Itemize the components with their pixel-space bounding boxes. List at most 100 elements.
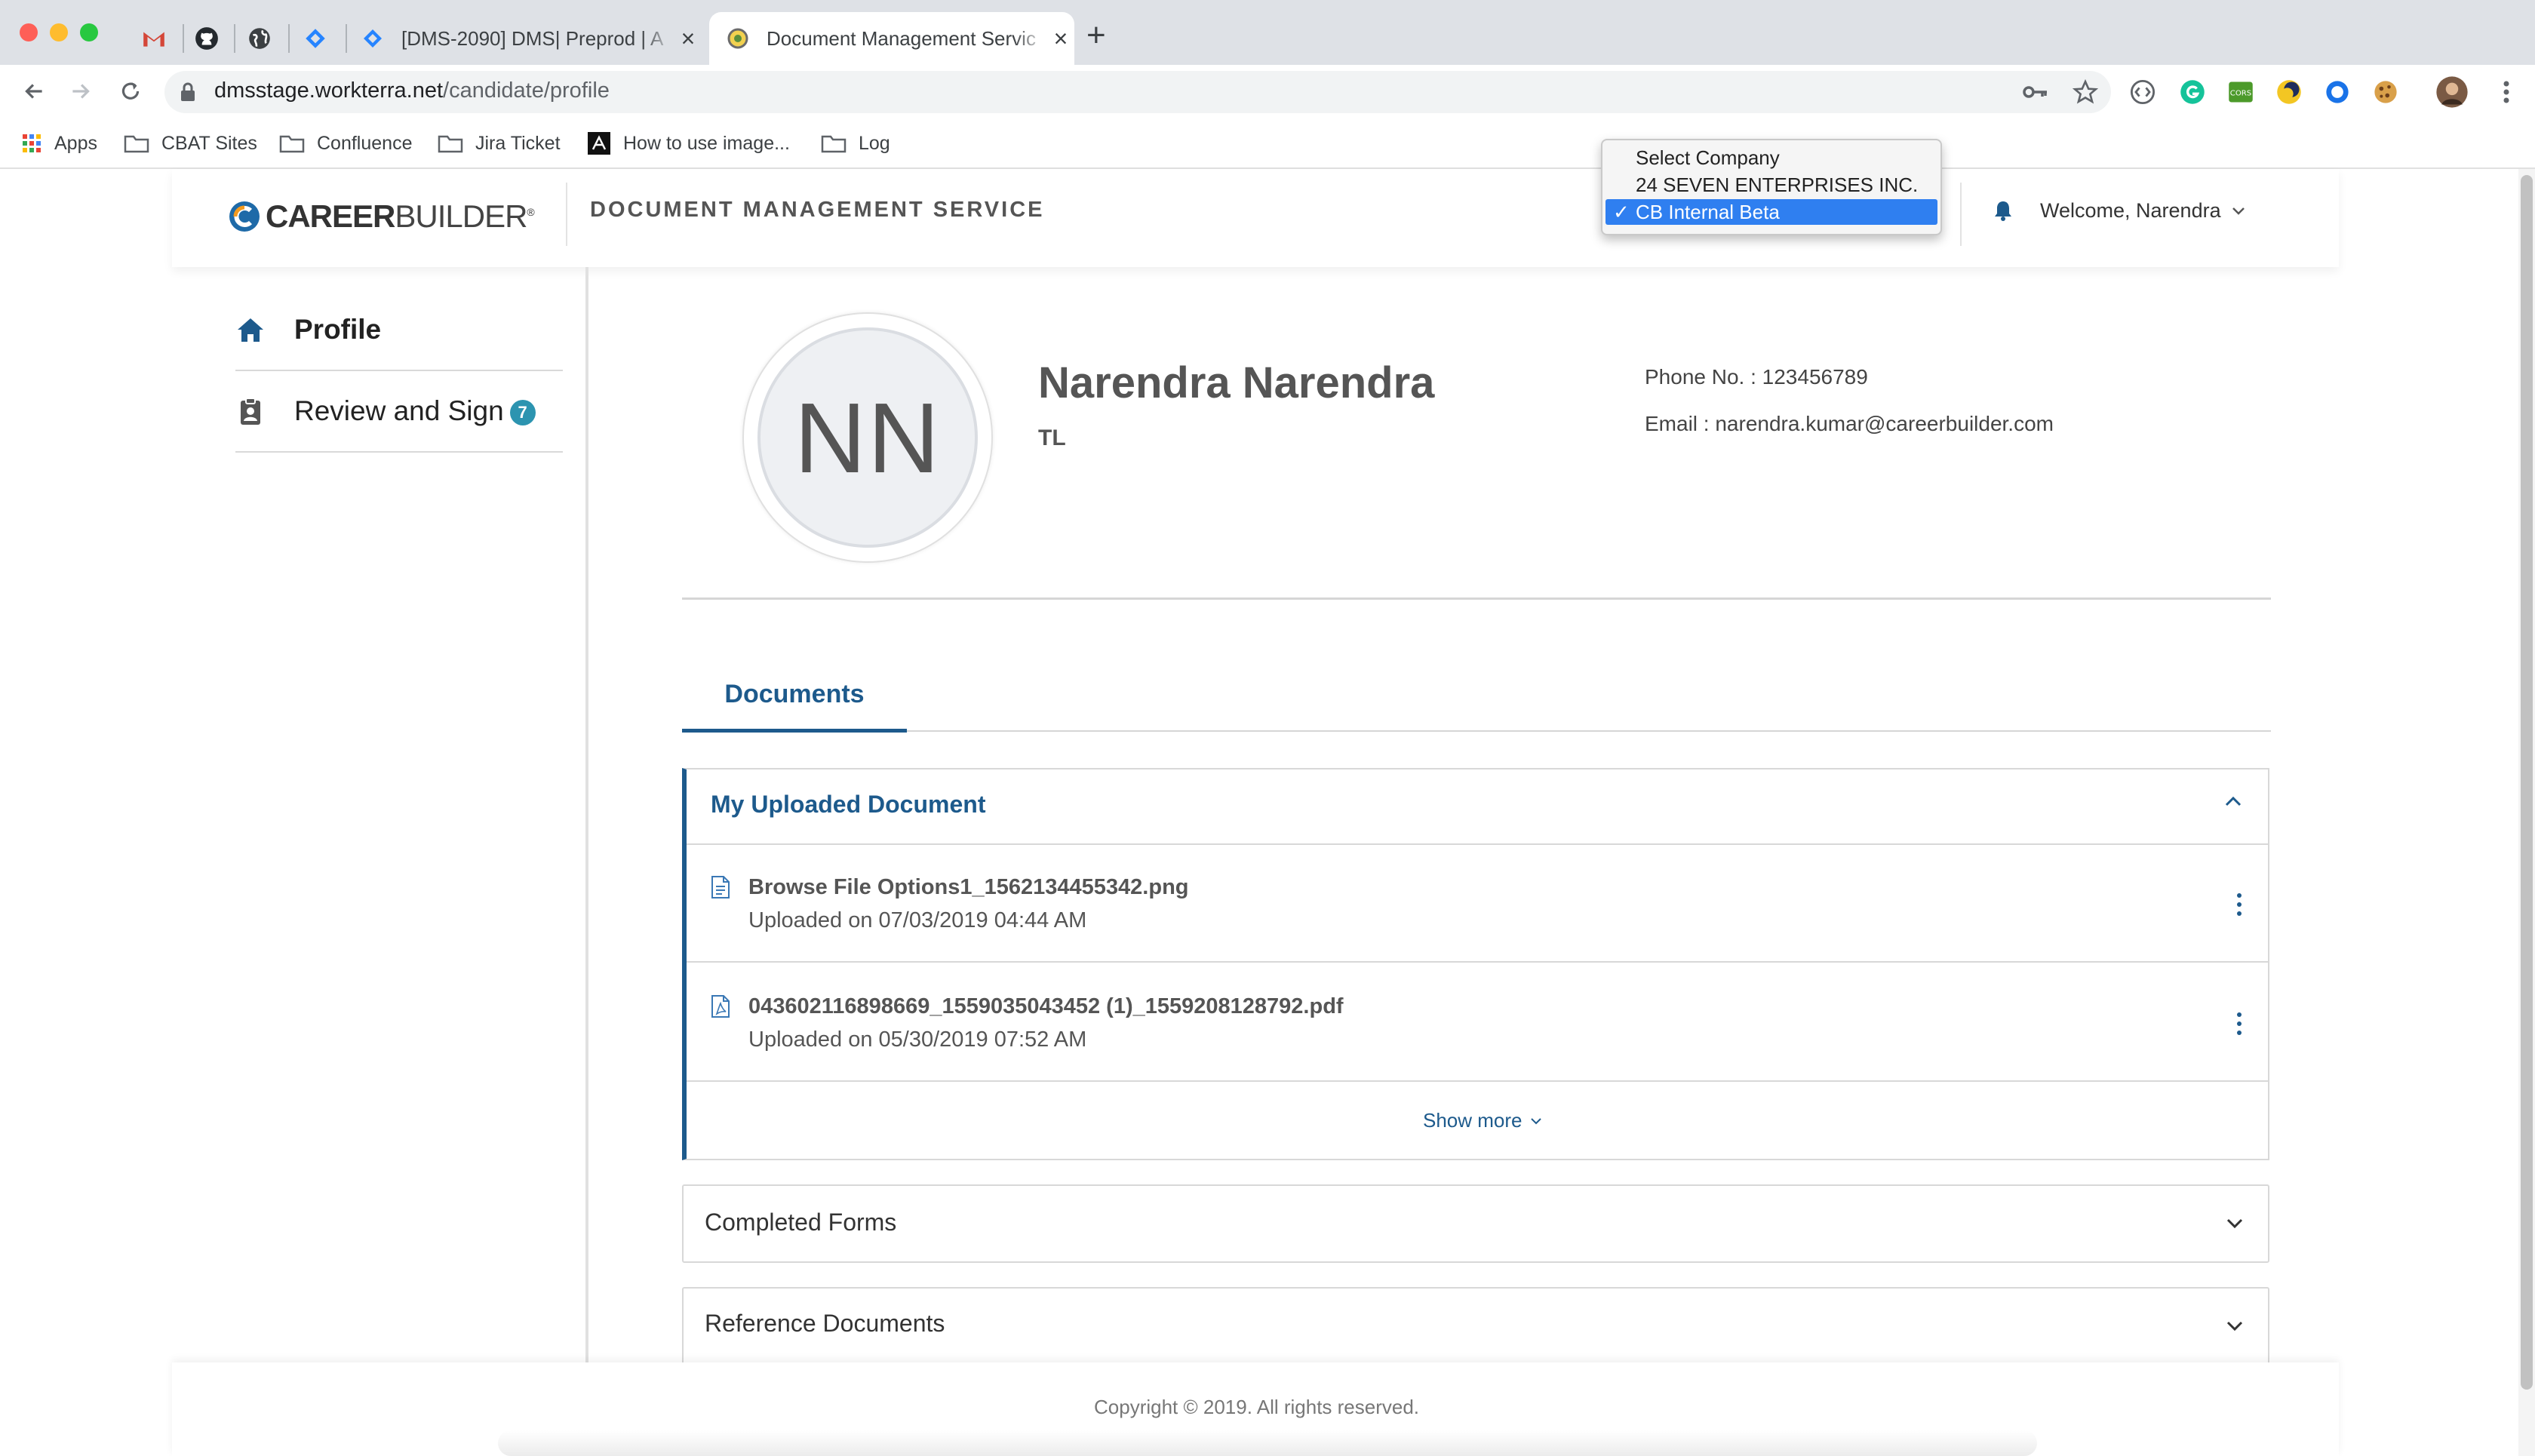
file-options-menu-icon[interactable]	[2235, 1012, 2244, 1040]
github-icon	[195, 27, 218, 50]
globe-icon	[249, 28, 270, 49]
pinned-tab-globe[interactable]	[238, 15, 281, 62]
new-tab-button[interactable]: +	[1086, 17, 1106, 54]
arrow-right-icon	[72, 84, 90, 99]
close-tab-icon[interactable]: ×	[1047, 25, 1074, 53]
option-label: 24 SEVEN ENTERPRISES INC.	[1636, 174, 1919, 196]
url-text[interactable]: dmsstage.workterra.net/candidate/profile	[214, 78, 610, 103]
company-option[interactable]: 24 SEVEN ENTERPRISES INC.	[1606, 172, 1937, 198]
arrow-left-icon	[25, 84, 42, 99]
bookmark-label: Apps	[54, 132, 97, 154]
sidebar-item-label: Review and Sign 7	[294, 395, 536, 427]
cookie-icon[interactable]	[2369, 75, 2402, 109]
close-tab-icon[interactable]: ×	[674, 25, 702, 53]
cors-extension-icon[interactable]: CORS	[2224, 75, 2257, 109]
candidate-title: TL	[1038, 425, 1066, 450]
bookmark-cbat-sites[interactable]: CBAT Sites	[124, 128, 257, 158]
file-pdf-icon	[711, 994, 730, 1022]
home-icon	[238, 318, 263, 342]
reference-documents-title[interactable]: Reference Documents	[705, 1310, 945, 1338]
bookmark-apps[interactable]: Apps	[21, 128, 97, 158]
tab-jira-ticket[interactable]: [DMS-2090] DMS| Preprod | A ×	[361, 12, 702, 65]
reload-icon	[121, 82, 140, 100]
clipboard-user-icon	[241, 398, 260, 425]
more-menu-icon[interactable]	[2490, 75, 2523, 109]
sidebar-item-profile[interactable]: Profile	[235, 290, 563, 371]
company-option-selected[interactable]: ✓ CB Internal Beta	[1606, 199, 1937, 225]
pinned-tab-jira[interactable]	[294, 15, 336, 62]
uploaded-documents-panel	[682, 768, 2269, 1160]
reload-button[interactable]	[112, 72, 149, 110]
sidebar-item-label: Profile	[294, 314, 382, 345]
site-icon	[588, 132, 610, 155]
file-upload-date: Uploaded on 07/03/2019 04:44 AM	[748, 908, 1087, 932]
extension-code-icon[interactable]	[2126, 75, 2159, 109]
app-title: DOCUMENT MANAGEMENT SERVICE	[590, 198, 1045, 222]
option-label: Select Company	[1636, 146, 1780, 169]
tab-document-management[interactable]: Document Management Servic ×	[709, 12, 1074, 65]
file-name[interactable]: Browse File Options1_1562134455342.png	[748, 875, 1189, 900]
url-host: dmsstage.workterra.net	[214, 78, 444, 103]
user-menu[interactable]: Welcome, Narendra	[2040, 199, 2245, 223]
tab-documents[interactable]: Documents	[682, 655, 907, 733]
tab-separator	[288, 24, 290, 53]
chevron-down-icon	[1530, 1117, 1541, 1124]
completed-forms-title[interactable]: Completed Forms	[705, 1209, 896, 1236]
minimize-window-button[interactable]	[50, 23, 68, 41]
file-name[interactable]: 043602116898669_1559035043452 (1)_155920…	[748, 994, 1344, 1019]
bookmark-label: How to use image...	[623, 132, 790, 154]
careerbuilder-logo-icon	[229, 201, 260, 232]
review-label-text: Review and Sign	[294, 395, 504, 426]
pinned-tab-github[interactable]	[186, 15, 228, 62]
gmail-icon	[143, 32, 164, 47]
tabs-divider	[682, 730, 2271, 732]
bookmark-jira-ticket[interactable]: Jira Ticket	[438, 128, 561, 158]
chevron-down-icon[interactable]	[2226, 1218, 2244, 1233]
profile-avatar-icon[interactable]	[2435, 75, 2469, 109]
panel-divider	[687, 843, 2268, 845]
forward-button[interactable]	[62, 72, 100, 110]
copyright-text: Copyright © 2019. All rights reserved.	[1094, 1396, 1420, 1418]
uploaded-documents-title[interactable]: My Uploaded Document	[711, 791, 985, 819]
chevron-down-icon[interactable]	[2226, 1320, 2244, 1336]
sidebar-divider	[585, 267, 588, 1362]
maximize-window-button[interactable]	[80, 23, 98, 41]
folder-icon	[821, 135, 847, 153]
bookmark-star-icon[interactable]	[2069, 75, 2102, 109]
key-icon[interactable]	[2019, 75, 2052, 109]
bookmark-how-to-use-image[interactable]: How to use image...	[587, 128, 790, 158]
pinned-tab-gmail[interactable]	[133, 15, 175, 62]
email-address: Email : narendra.kumar@careerbuilder.com	[1645, 412, 2054, 435]
avatar[interactable]: NN	[757, 327, 978, 548]
folder-icon	[279, 135, 305, 153]
sidebar-item-review-and-sign[interactable]: Review and Sign 7	[235, 371, 563, 453]
bell-icon[interactable]	[1992, 199, 2014, 222]
bookmark-log[interactable]: Log	[821, 128, 890, 158]
file-text-icon	[711, 875, 730, 903]
grammarly-icon[interactable]	[2176, 75, 2209, 109]
careerbuilder-logo[interactable]: CAREERBUILDER®	[228, 198, 535, 235]
header-divider	[566, 183, 567, 246]
back-button[interactable]	[15, 72, 53, 110]
careerbuilder-wordmark: CAREERBUILDER®	[266, 198, 535, 235]
chevron-up-icon[interactable]	[2224, 795, 2242, 811]
folder-icon	[124, 135, 149, 153]
bookmark-confluence[interactable]: Confluence	[279, 128, 412, 158]
close-window-button[interactable]	[20, 23, 38, 41]
folder-icon	[438, 135, 463, 153]
company-option[interactable]: Select Company	[1606, 145, 1937, 170]
blue-ring-extension-icon[interactable]	[2321, 75, 2354, 109]
show-more-link[interactable]: Show more	[1423, 1109, 1542, 1132]
tab-title: [DMS-2090] DMS| Preprod | A	[401, 26, 664, 50]
lock-icon[interactable]	[180, 81, 196, 106]
tab-active-indicator	[682, 729, 907, 733]
completed-forms-panel[interactable]	[682, 1184, 2269, 1263]
moon-extension-icon[interactable]	[2272, 75, 2306, 109]
file-options-menu-icon[interactable]	[2235, 893, 2244, 920]
tab-title: Document Management Servic	[767, 26, 1036, 50]
list-divider	[687, 961, 2268, 963]
page-scrollbar-thumb[interactable]	[2521, 175, 2533, 1390]
show-more-label: Show more	[1423, 1109, 1523, 1132]
checkmark-icon: ✓	[1613, 201, 1630, 223]
company-select-dropdown[interactable]: Select Company 24 SEVEN ENTERPRISES INC.…	[1601, 139, 1942, 235]
